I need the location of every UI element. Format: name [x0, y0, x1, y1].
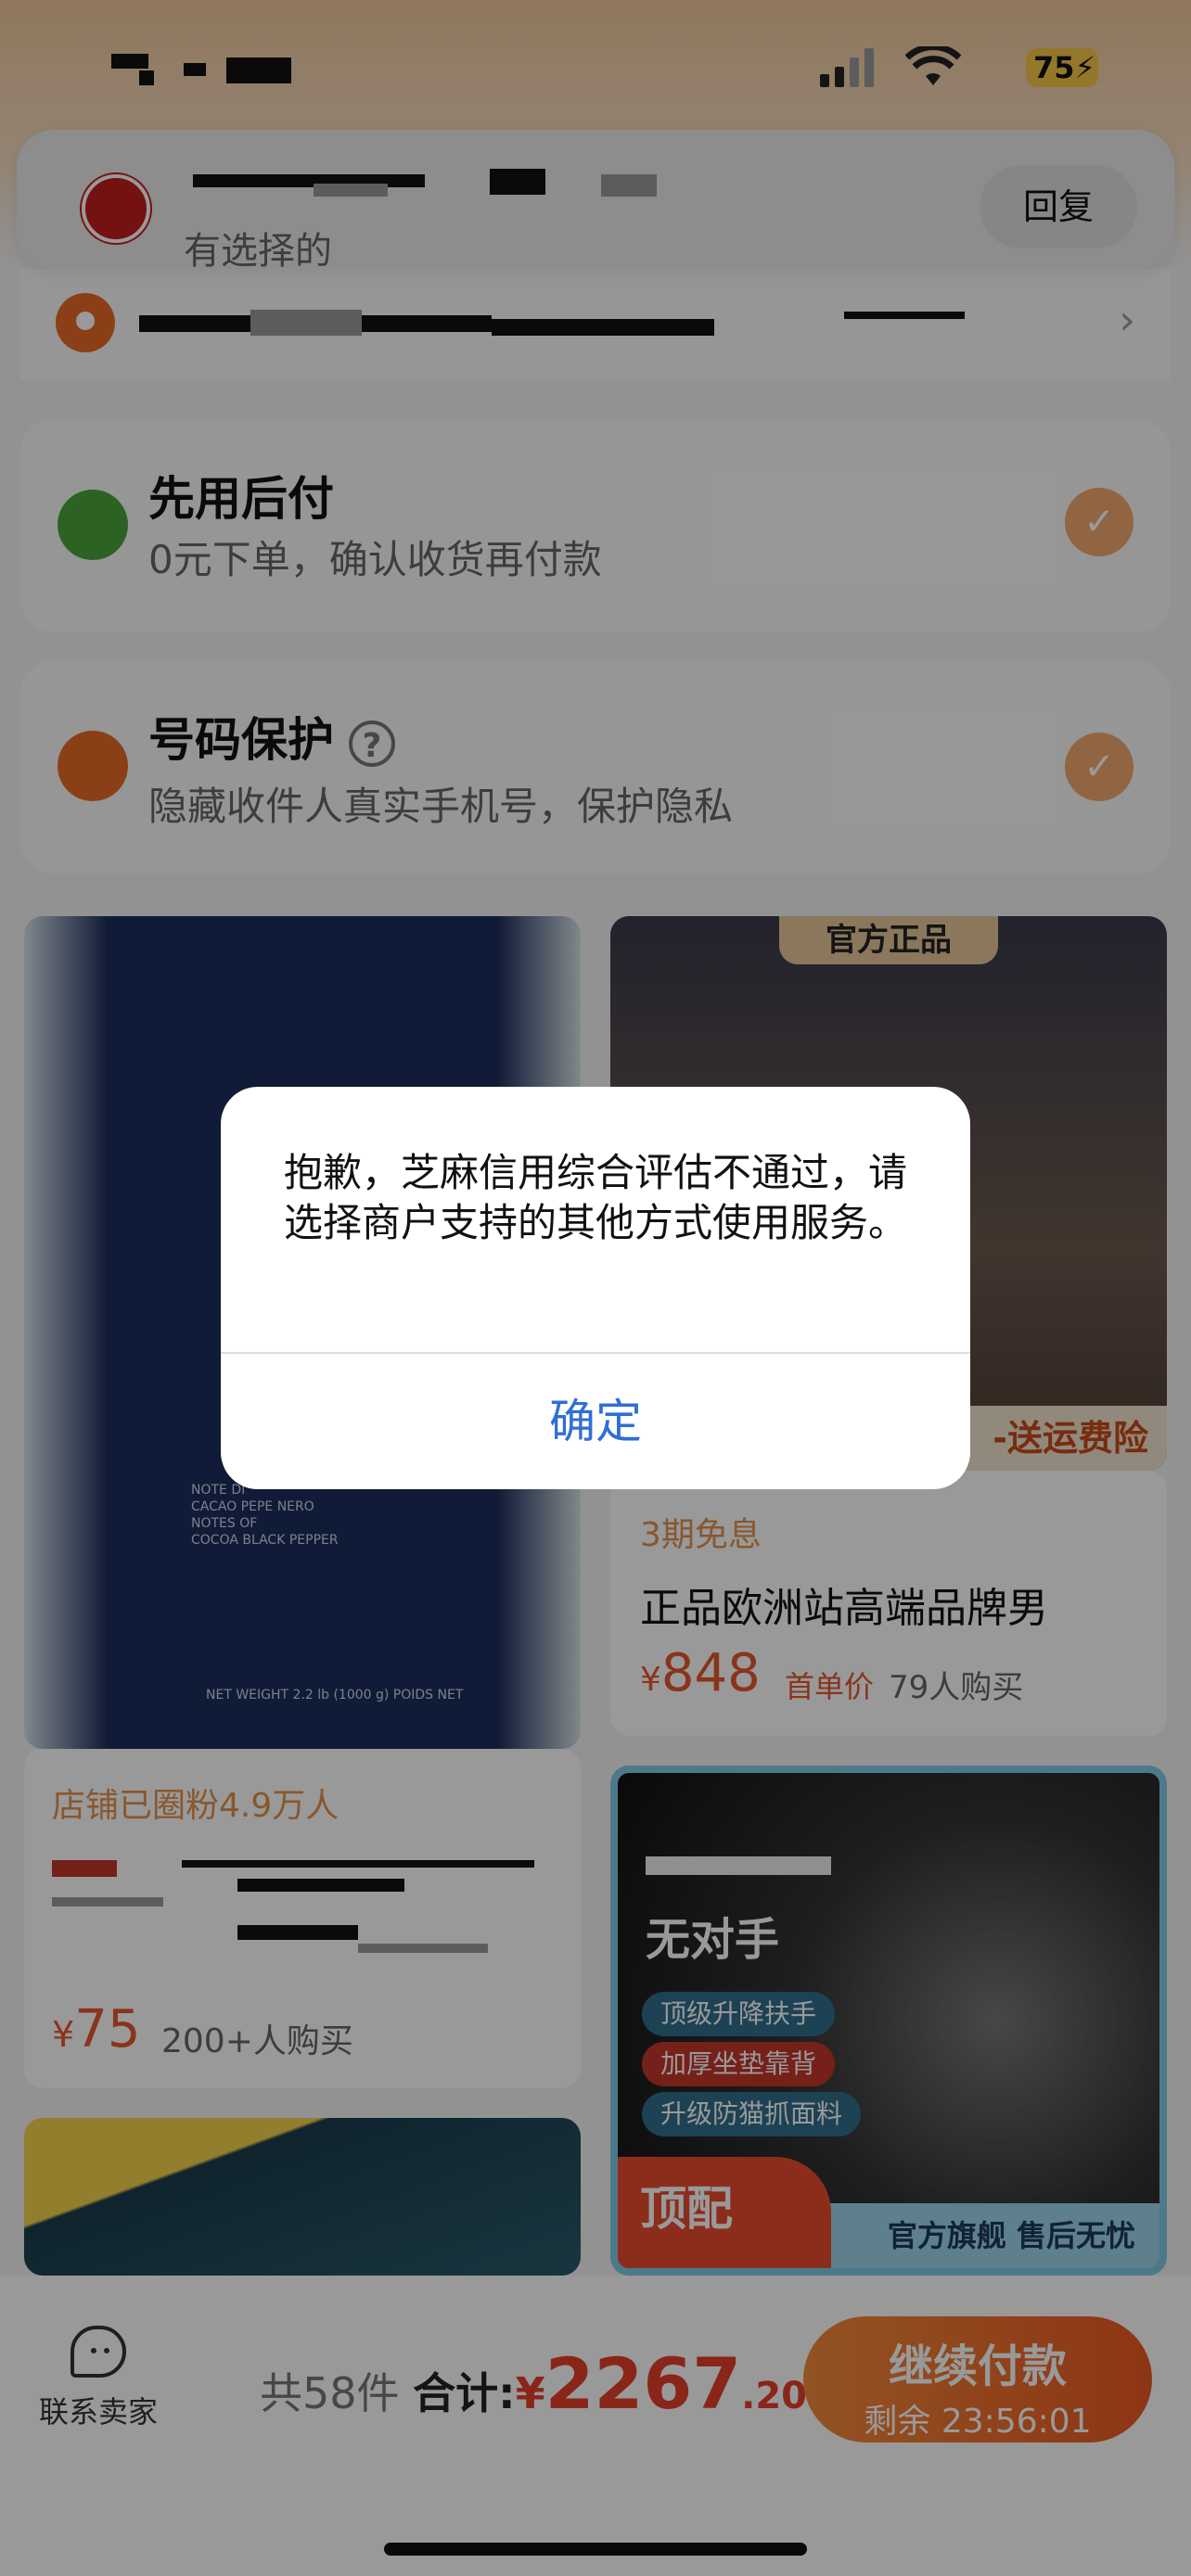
- dialog-message: 抱歉，芝麻信用综合评估不通过，请选择商户支持的其他方式使用服务。: [283, 1150, 907, 1245]
- alert-dialog: 抱歉，芝麻信用综合评估不通过，请选择商户支持的其他方式使用服务。 确定: [221, 1087, 970, 1489]
- confirm-button[interactable]: 确定: [221, 1354, 970, 1489]
